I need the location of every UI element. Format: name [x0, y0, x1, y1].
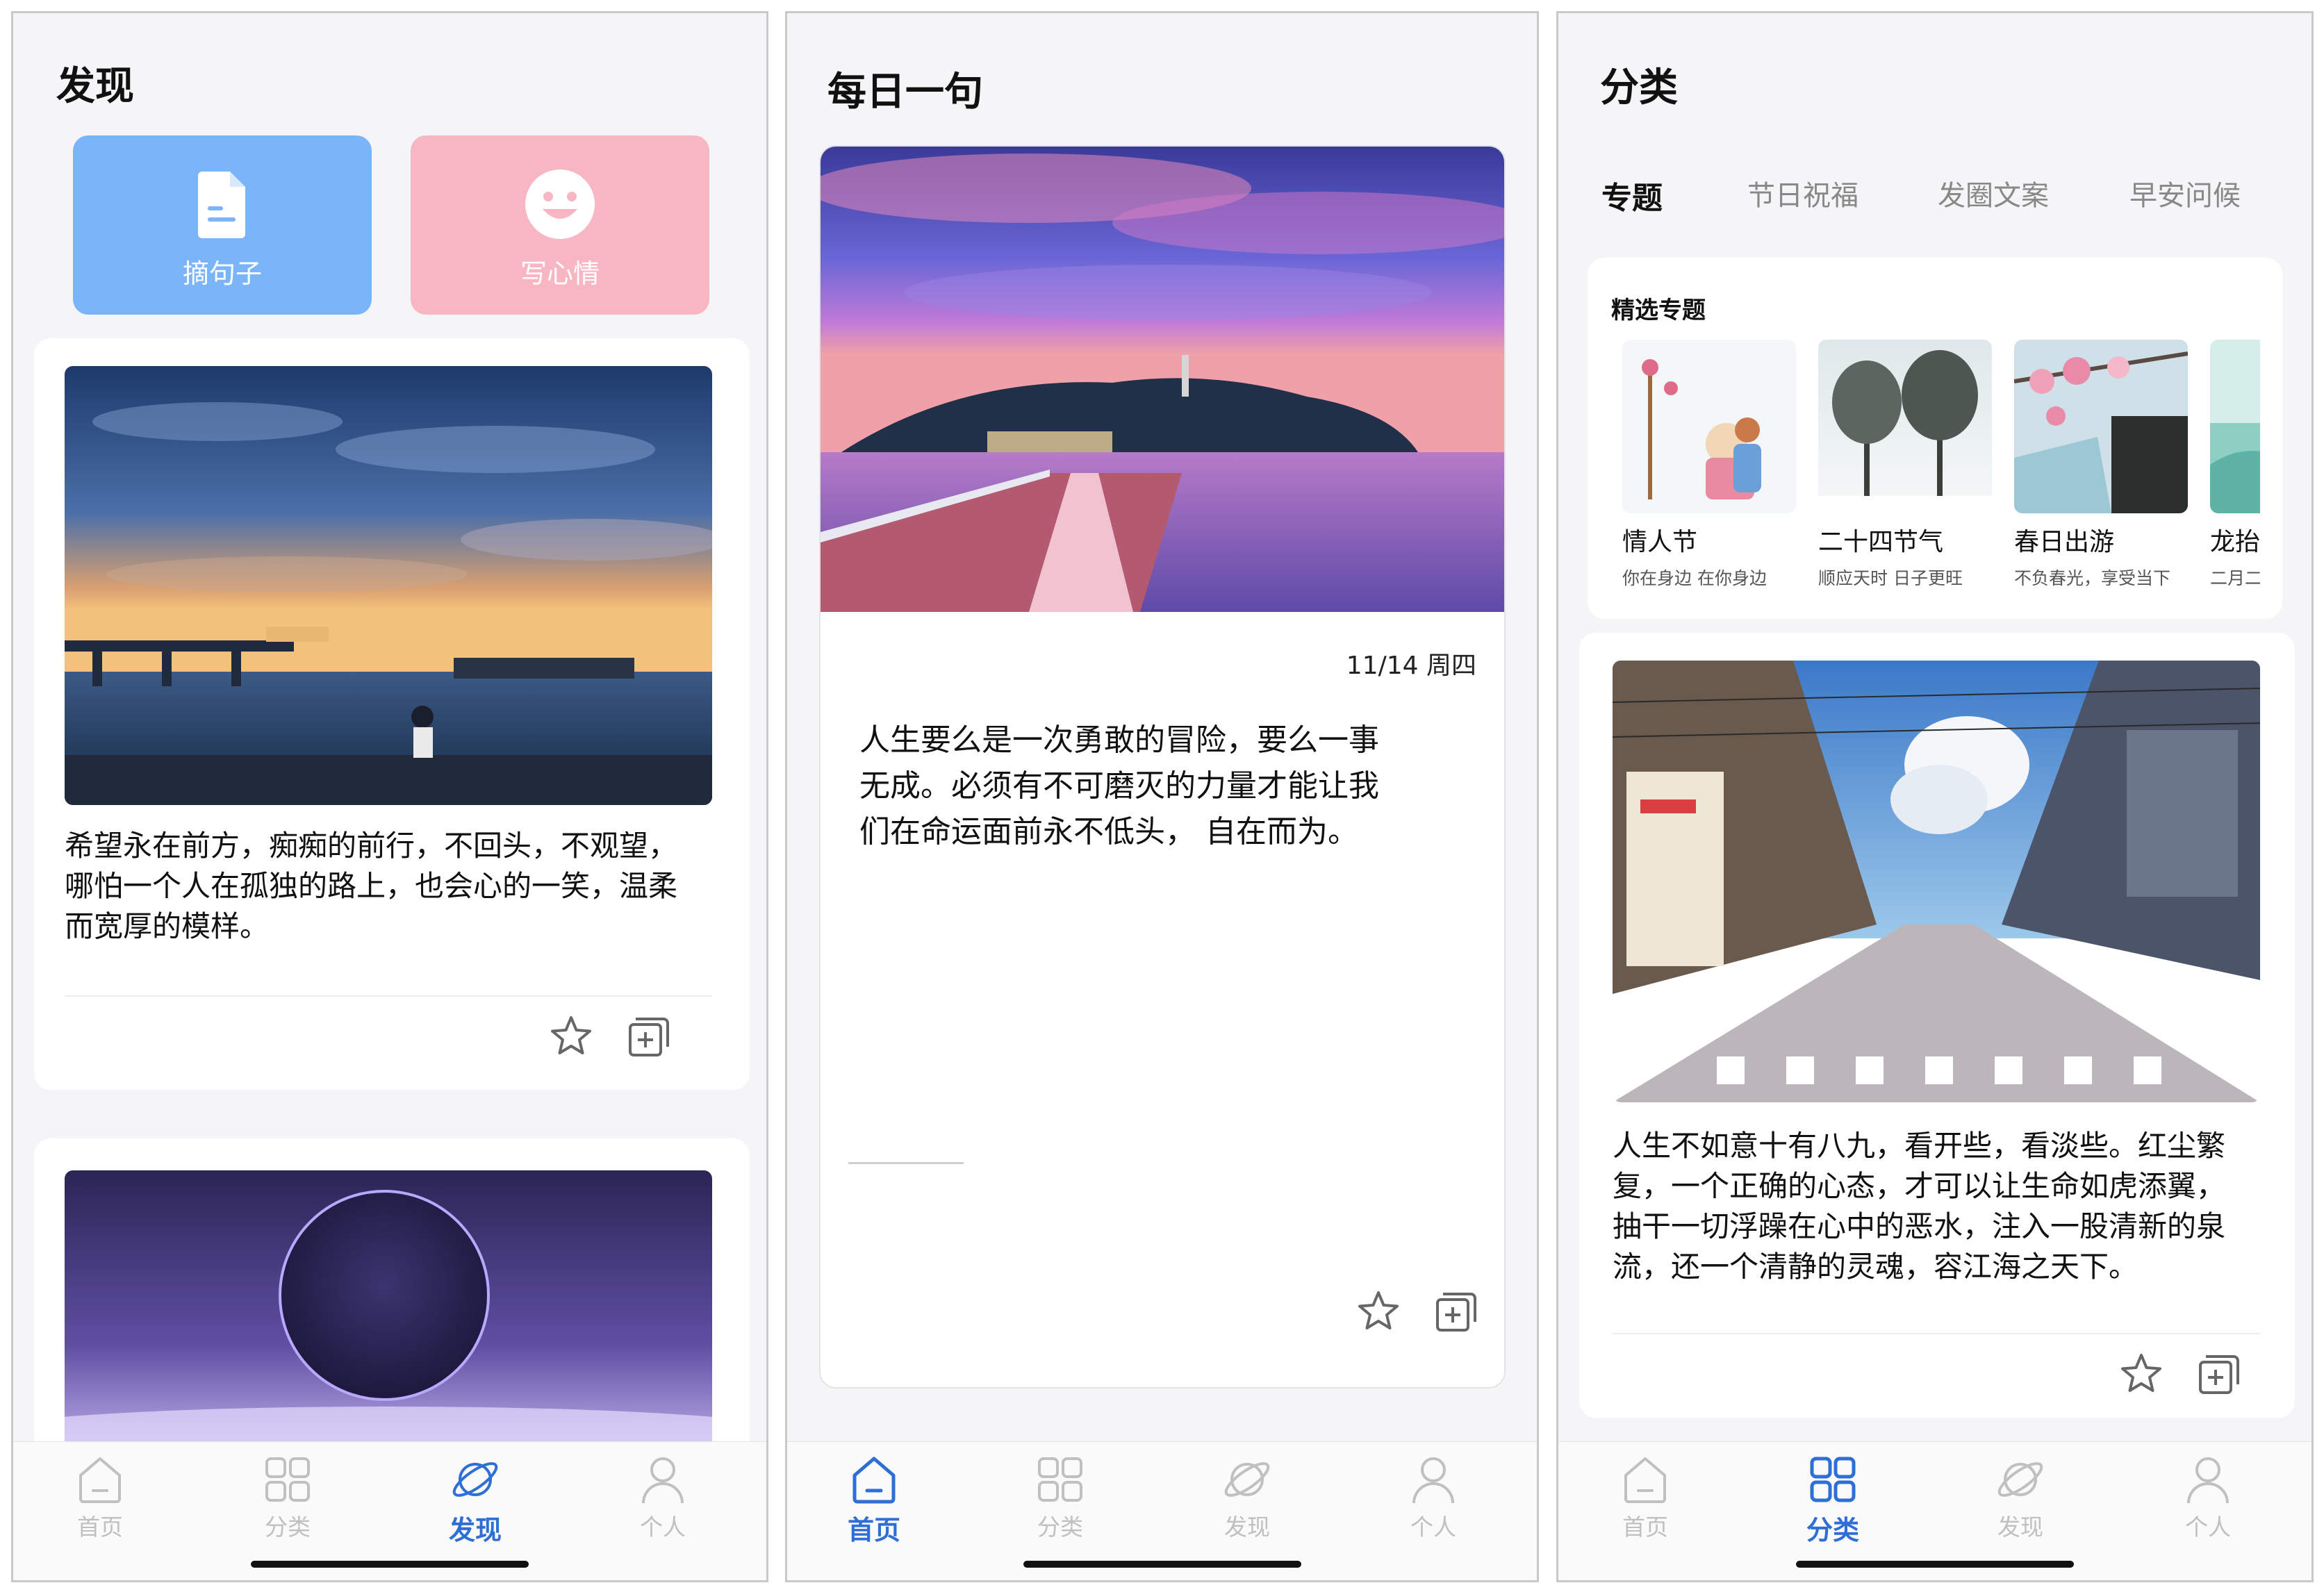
write-mood-button[interactable]: 写心情 — [411, 135, 709, 315]
daily-date: 11/14 周四 — [1346, 652, 1476, 680]
topic-name: 龙抬 — [2210, 528, 2260, 556]
tab-home[interactable]: 首页 — [1576, 1452, 1715, 1556]
home-indicator — [1796, 1561, 2074, 1568]
planet-icon — [452, 1462, 498, 1497]
add-to-collection-icon[interactable] — [1433, 1288, 1479, 1334]
post-text: 希望永在前方，痴痴的前行，不回头，不观望， 哪怕一个人在孤独的路上，也会心的一笑… — [65, 829, 678, 943]
topic-desc: 你在身边 在你身边 — [1622, 568, 1767, 588]
topic-dragon-raise[interactable]: 龙抬 二月二 — [2210, 340, 2260, 590]
tab-discover[interactable]: 发现 — [1951, 1452, 2090, 1556]
card-divider — [1613, 1333, 2260, 1334]
tab-topics[interactable]: 专题 — [1601, 173, 1663, 217]
topic-valentines[interactable]: 情人节 你在身边 在你身边 — [1622, 340, 1796, 590]
topic-solar-terms[interactable]: 二十四节气 顺应天时 日子更旺 — [1818, 340, 1992, 590]
person-icon — [642, 1457, 684, 1504]
tab-profile[interactable]: 个人 — [593, 1452, 732, 1556]
category-screen: 分类 专题 节日祝福 发圈文案 早安问候 精选专题 情人节 你在身边 在你身边 — [1556, 11, 2314, 1582]
card-divider — [65, 995, 712, 997]
tab-discover[interactable]: 发现 — [1178, 1452, 1317, 1556]
home-icon — [852, 1457, 896, 1504]
daily-text: 人生要么是一次勇敢的冒险，要么一事 无成。必须有不可磨灭的力量才能让我 们在命运… — [859, 722, 1379, 849]
smiley-icon — [525, 169, 595, 239]
topic-name: 情人节 — [1622, 528, 1698, 556]
topic-name: 二十四节气 — [1818, 528, 1944, 556]
daily-card: 11/14 周四 人生要么是一次勇敢的冒险，要么一事 无成。必须有不可磨灭的力量… — [819, 145, 1506, 1388]
tab-good-morning[interactable]: 早安问候 — [2129, 173, 2241, 213]
topic-thumbnail — [2014, 340, 2188, 513]
topic-desc: 二月二 — [2210, 568, 2260, 588]
daily-image[interactable] — [821, 147, 1504, 612]
topic-thumbnail — [1622, 340, 1796, 513]
planet-icon — [1997, 1462, 2043, 1497]
post-image[interactable] — [1613, 661, 2260, 1102]
post-card: 人生不如意十有八九，看开些，看淡些。红尘繁 复，一个正确的心态，才可以让生命如虎… — [1579, 633, 2295, 1418]
star-icon[interactable] — [2118, 1351, 2164, 1397]
topic-thumbnail — [1818, 340, 1992, 513]
tab-holiday-greetings[interactable]: 节日祝福 — [1747, 173, 1859, 213]
home-indicator — [1023, 1561, 1301, 1568]
topic-spring-outing[interactable]: 春日出游 不负春光，享受当下 — [2014, 340, 2188, 590]
home-icon — [79, 1457, 121, 1503]
topic-name: 春日出游 — [2014, 528, 2115, 556]
home-icon — [1624, 1457, 1666, 1503]
post-image-2[interactable] — [65, 1170, 712, 1462]
bottom-tab-bar: 首页 分类 发现 个人 — [13, 1441, 766, 1580]
topic-desc: 不负春光，享受当下 — [2014, 568, 2171, 588]
add-to-collection-icon[interactable] — [626, 1013, 672, 1059]
person-icon — [1412, 1457, 1454, 1504]
short-divider — [848, 1162, 964, 1164]
discover-screen: 发现 摘句子 写心情 希望永在前方，痴痴的前行，不回头，不观望， 哪怕一个人在孤… — [11, 11, 768, 1582]
excerpt-sentence-button[interactable]: 摘句子 — [73, 135, 372, 315]
write-mood-label: 写心情 — [520, 258, 600, 289]
tab-home[interactable]: 首页 — [31, 1452, 170, 1556]
bottom-tab-bar: 首页 分类 发现 个人 — [787, 1441, 1537, 1580]
tab-home[interactable]: 首页 — [805, 1452, 943, 1556]
post-card: 希望永在前方，痴痴的前行，不回头，不观望， 哪怕一个人在孤独的路上，也会心的一笑… — [34, 338, 750, 1090]
add-to-collection-icon[interactable] — [2196, 1351, 2242, 1397]
page-title: 发现 — [56, 64, 134, 109]
person-icon — [2187, 1457, 2229, 1504]
topic-thumbnail — [2210, 340, 2260, 513]
daily-sentence-screen: 每日一句 11/14 周四 人生要么是一次勇敢的冒险，要么一事 无成。必须有不可… — [785, 11, 1539, 1582]
excerpt-label: 摘句子 — [182, 258, 262, 289]
tab-moments-copy[interactable]: 发圈文案 — [1938, 173, 2049, 213]
star-icon[interactable] — [548, 1013, 594, 1059]
tab-category[interactable]: 分类 — [991, 1452, 1130, 1556]
post-image[interactable] — [65, 366, 712, 805]
home-indicator — [251, 1561, 529, 1568]
tab-profile[interactable]: 个人 — [1364, 1452, 1503, 1556]
star-icon[interactable] — [1355, 1288, 1401, 1334]
bottom-tab-bar: 首页 分类 发现 个人 — [1558, 1441, 2311, 1580]
grid-icon — [265, 1457, 310, 1502]
tab-category[interactable]: 分类 — [218, 1452, 357, 1556]
page-title: 每日一句 — [827, 69, 983, 115]
planet-icon — [1224, 1462, 1270, 1497]
post-text: 人生不如意十有八九，看开些，看淡些。红尘繁 复，一个正确的心态，才可以让生命如虎… — [1613, 1129, 2226, 1284]
grid-icon — [1038, 1457, 1082, 1502]
tab-category[interactable]: 分类 — [1763, 1452, 1902, 1556]
tab-profile[interactable]: 个人 — [2138, 1452, 2277, 1556]
topic-desc: 顺应天时 日子更旺 — [1818, 568, 1963, 588]
document-icon — [198, 172, 245, 238]
tab-discover[interactable]: 发现 — [406, 1452, 545, 1556]
page-title: 分类 — [1600, 65, 1678, 110]
grid-icon — [1810, 1457, 1856, 1502]
featured-heading: 精选专题 — [1611, 297, 1706, 324]
